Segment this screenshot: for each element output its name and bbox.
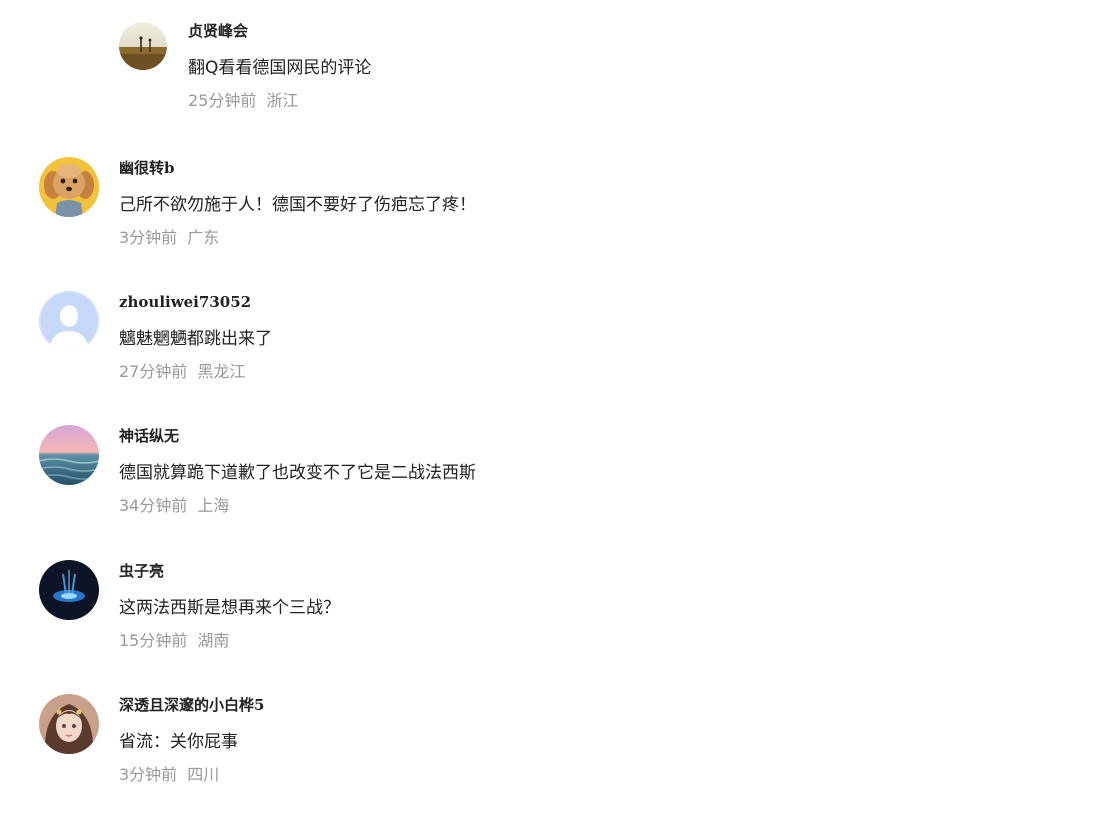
comment-item: 贞贤峰会 翻Q看看德国网民的评论 25分钟前 浙江 (119, 20, 819, 140)
comment-time: 3分钟前 (119, 765, 178, 784)
username[interactable]: zhouliwei73052 (119, 291, 272, 313)
comment-time: 3分钟前 (119, 228, 178, 247)
comment-meta: 27分钟前 黑龙江 (119, 361, 272, 383)
comment-meta: 25分钟前 浙江 (188, 90, 371, 112)
comment-meta: 15分钟前 湖南 (119, 630, 340, 652)
blue-light-avatar[interactable] (39, 560, 99, 620)
comment-item: 神话纵无 德国就算跪下道歉了也改变不了它是二战法西斯 34分钟前 上海 (39, 425, 739, 545)
username[interactable]: 神话纵无 (119, 425, 476, 447)
sea-sunset-avatar[interactable] (39, 425, 99, 485)
username[interactable]: 贞贤峰会 (188, 20, 371, 42)
username[interactable]: 幽很转b (119, 157, 476, 179)
comment-text: 翻Q看看德国网民的评论 (188, 58, 372, 78)
comment-location: 浙江 (266, 91, 299, 110)
comment-item: 虫子亮 这两法西斯是想再来个三战？ 15分钟前 湖南 (39, 560, 739, 680)
comment-time: 27分钟前 (119, 362, 188, 381)
comment-text: 魑魅魍魉都跳出来了 (119, 329, 272, 349)
comment-text: 德国就算跪下道歉了也改变不了它是二战法西斯 (119, 463, 476, 483)
comment-location: 四川 (187, 765, 220, 784)
username[interactable]: 虫子亮 (119, 560, 340, 582)
comment-location: 广东 (187, 228, 220, 247)
comment-item: 幽很转b 己所不欲勿施于人！德国不要好了伤疤忘了疼！ 3分钟前 广东 (39, 157, 739, 277)
comment-location: 黑龙江 (197, 362, 246, 381)
comment-item: 深透且深邃的小白桦5 省流：关你屁事 3分钟前 四川 (39, 694, 739, 814)
dog-avatar[interactable] (39, 157, 99, 217)
comment-location: 湖南 (197, 631, 230, 650)
comment-text: 这两法西斯是想再来个三战？ (119, 598, 340, 618)
comment-item: zhouliwei73052 魑魅魍魉都跳出来了 27分钟前 黑龙江 (39, 291, 739, 411)
comment-meta: 3分钟前 广东 (119, 227, 476, 249)
default-user-avatar[interactable] (39, 291, 99, 351)
username[interactable]: 深透且深邃的小白桦5 (119, 694, 264, 716)
anime-girl-avatar[interactable] (39, 694, 99, 754)
comment-time: 15分钟前 (119, 631, 188, 650)
comment-text: 己所不欲勿施于人！德国不要好了伤疤忘了疼！ (119, 195, 476, 215)
comment-location: 上海 (197, 496, 230, 515)
comment-meta: 34分钟前 上海 (119, 495, 476, 517)
comment-text: 省流：关你屁事 (119, 732, 238, 752)
comment-time: 25分钟前 (188, 91, 257, 110)
comment-time: 34分钟前 (119, 496, 188, 515)
landscape-avatar[interactable] (119, 22, 167, 70)
